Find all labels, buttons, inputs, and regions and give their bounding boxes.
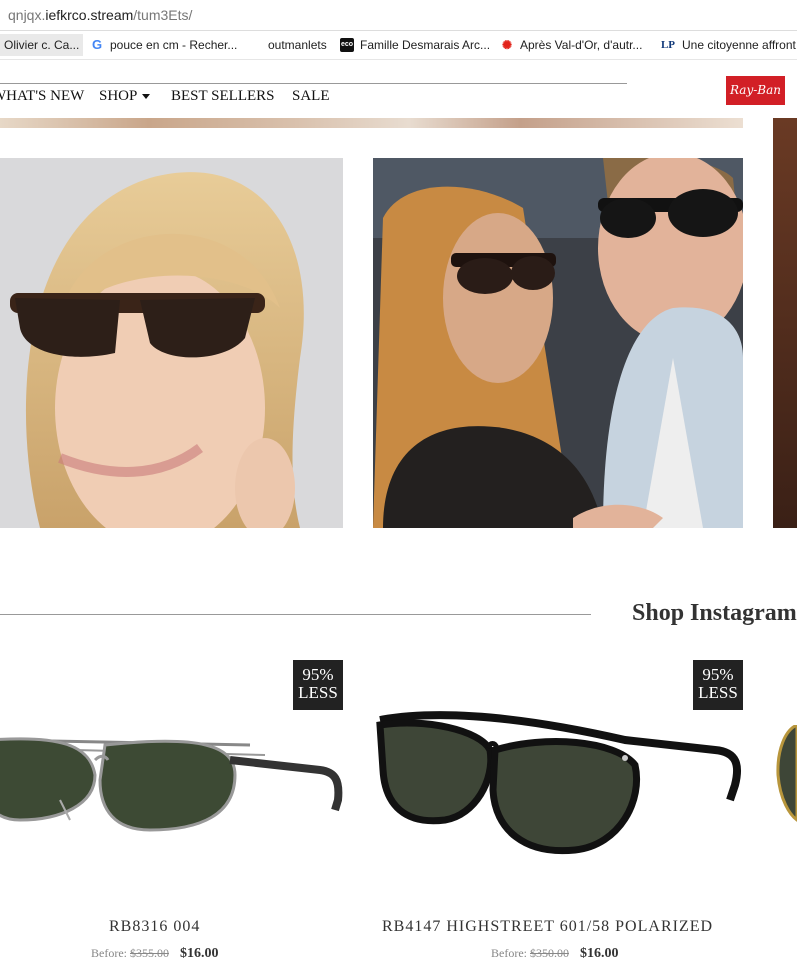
hero-banner-strip bbox=[0, 118, 743, 128]
nav-divider bbox=[0, 83, 627, 84]
instagram-photo-2[interactable] bbox=[373, 158, 743, 528]
product-image-partial[interactable] bbox=[775, 725, 797, 825]
discount-badge: 95% LESS bbox=[693, 660, 743, 710]
discount-badge: 95% LESS bbox=[293, 660, 343, 710]
woman-portrait-image bbox=[0, 158, 343, 528]
nav-sale[interactable]: SALE bbox=[292, 88, 330, 105]
instagram-photo-1[interactable] bbox=[0, 158, 343, 528]
url-text[interactable]: qnjqx.iefkrco.stream/tum3Ets/ bbox=[8, 7, 192, 23]
address-bar[interactable]: qnjqx.iefkrco.stream/tum3Ets/ bbox=[0, 0, 797, 31]
product-price: Before: $355.00 $16.00 bbox=[91, 946, 219, 961]
bookmark-item[interactable]: eco Famille Desmarais Arc... bbox=[340, 36, 490, 54]
bookmark-item[interactable]: outmanlets bbox=[268, 36, 327, 54]
chevron-down-icon bbox=[142, 94, 151, 100]
nav-shop[interactable]: SHOP bbox=[99, 88, 151, 105]
product-price: Before: $350.00 $16.00 bbox=[491, 946, 619, 961]
nav-best-sellers[interactable]: BEST SELLERS bbox=[171, 88, 275, 105]
product-image-rb8316[interactable] bbox=[0, 720, 345, 840]
eco-icon: eco bbox=[340, 38, 354, 52]
product-name[interactable]: RB4147 HIGHSTREET 601/58 POLARIZED bbox=[382, 918, 713, 936]
google-icon: G bbox=[90, 37, 104, 52]
bookmark-item[interactable]: Olivier c. Ca... bbox=[0, 34, 84, 56]
section-title: Shop Instagram bbox=[632, 600, 797, 626]
bookmarks-bar: Olivier c. Ca... Gpouce en cm - Recher..… bbox=[0, 31, 797, 60]
ray-ban-logo[interactable]: Ray-Ban bbox=[726, 76, 785, 105]
lp-icon: LP bbox=[660, 38, 676, 52]
carousel-image-partial bbox=[773, 118, 797, 528]
section-divider bbox=[0, 614, 591, 615]
product-image-rb4147[interactable] bbox=[375, 710, 745, 860]
couple-photo-image bbox=[373, 158, 743, 528]
bookmark-item[interactable]: ✺ Après Val-d'Or, d'autr... bbox=[500, 36, 642, 54]
product-name[interactable]: RB8316 004 bbox=[109, 918, 200, 936]
nav-whats-new[interactable]: WHAT'S NEW bbox=[0, 88, 84, 105]
radio-canada-icon: ✺ bbox=[500, 38, 514, 52]
bookmark-item[interactable]: Gpouce en cm - Recher... bbox=[90, 36, 237, 54]
bookmark-item[interactable]: LP Une citoyenne affront bbox=[660, 36, 796, 54]
